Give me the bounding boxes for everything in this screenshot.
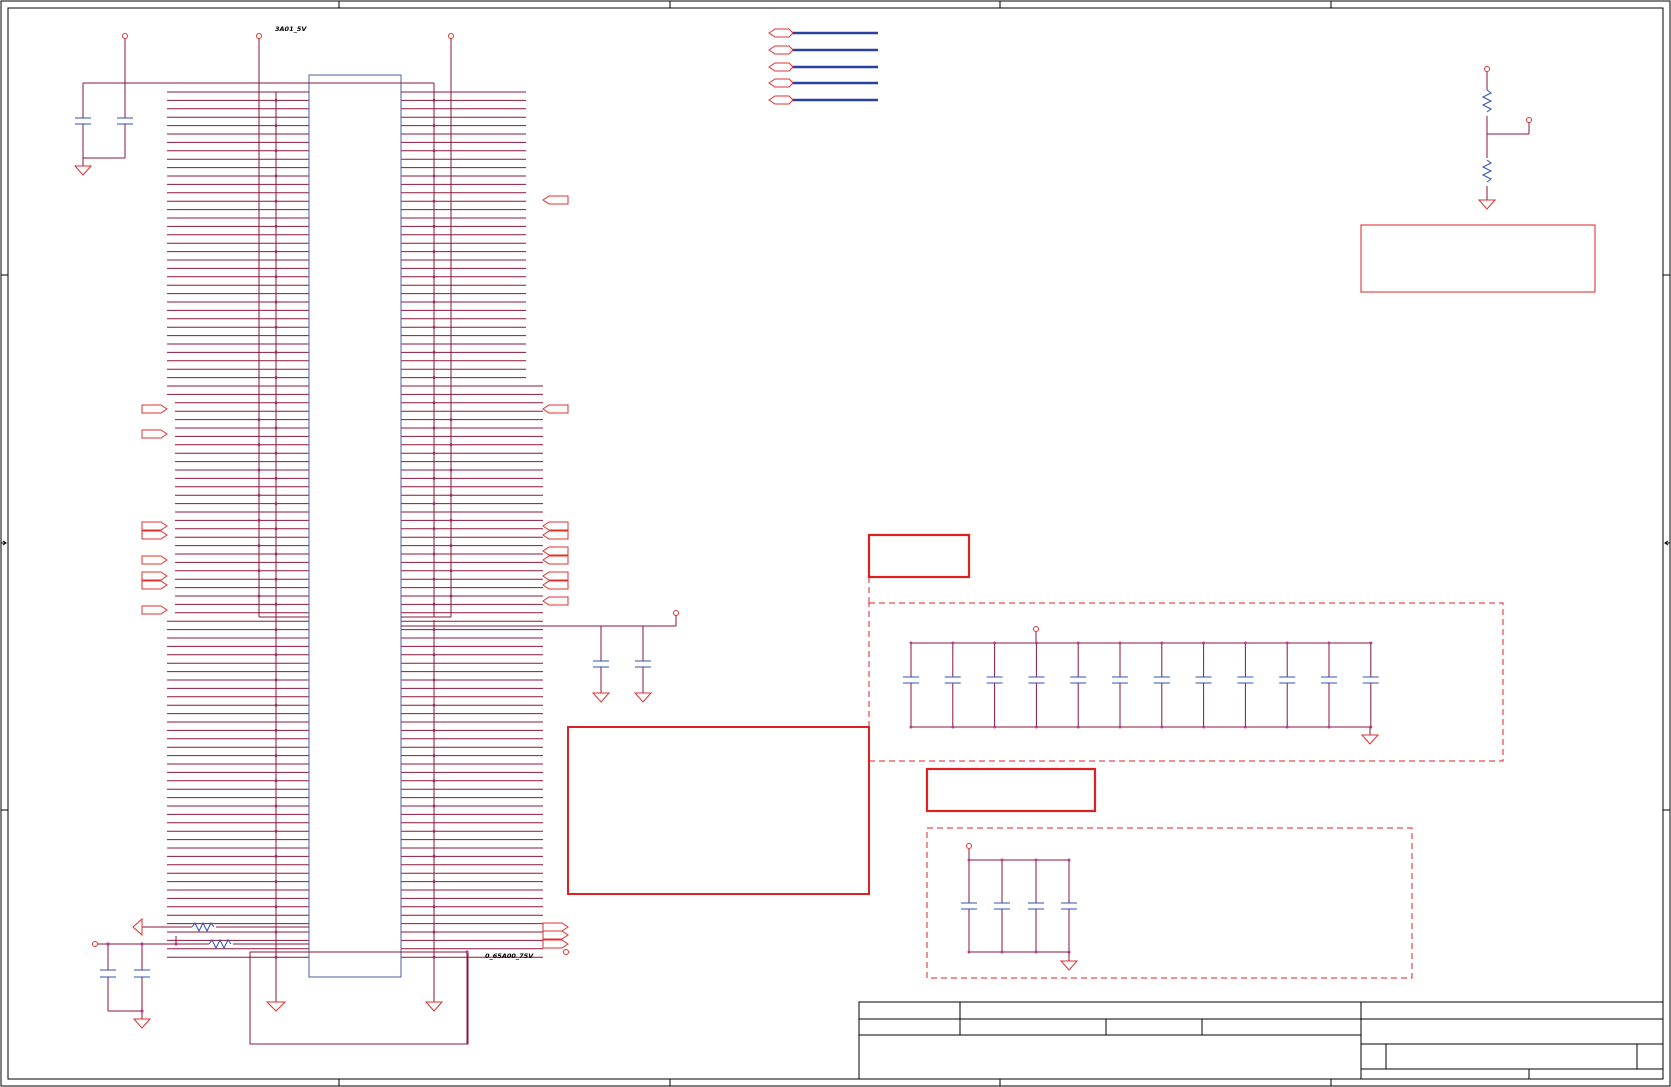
cap-junction <box>909 641 913 645</box>
off-page-connector <box>542 404 569 414</box>
bus-lines <box>768 28 878 105</box>
cap-junction <box>1202 641 1206 645</box>
off-page-connector <box>542 195 569 205</box>
cap-junction <box>1034 858 1038 862</box>
cap-junction <box>1000 858 1004 862</box>
off-page-connector <box>141 404 168 414</box>
cap-junction <box>1034 725 1038 729</box>
bottom-left-network <box>98 917 469 1029</box>
ic-left-pins <box>167 91 309 958</box>
off-page-connector <box>141 580 168 590</box>
cap-junction <box>909 725 913 729</box>
ground-symbol <box>1059 960 1079 971</box>
title-block <box>858 1001 1664 1080</box>
cap-junction <box>1034 641 1038 645</box>
power-pin-markers <box>92 33 1532 955</box>
off-page-connector <box>141 521 168 531</box>
off-page-connector <box>542 930 569 940</box>
cap-junction <box>1327 641 1331 645</box>
off-page-connector <box>542 939 569 949</box>
ground-symbol <box>1360 734 1380 745</box>
cap-junction <box>951 641 955 645</box>
cap-junction <box>1160 641 1164 645</box>
off-page-connector <box>542 546 569 556</box>
voltage-divider <box>1477 72 1530 210</box>
cap-junction <box>1076 725 1080 729</box>
cap-junction <box>993 725 997 729</box>
capacitor-bank-12 <box>903 632 1380 745</box>
power-rails <box>83 36 677 1045</box>
off-page-connector <box>542 596 569 606</box>
cap-junction <box>1160 725 1164 729</box>
net-label-rail-top: 3A01_5V <box>275 25 307 33</box>
cap-junction <box>1285 725 1289 729</box>
off-page-connector <box>542 521 569 531</box>
ic-body <box>308 74 402 978</box>
cap-junction <box>1243 641 1247 645</box>
main-connector-ic[interactable] <box>167 74 543 978</box>
ic-right-pins <box>401 91 543 958</box>
cap-junction <box>1243 725 1247 729</box>
off-page-connector <box>542 530 569 540</box>
decoupling-caps-mid <box>591 626 653 703</box>
off-page-connector <box>542 555 569 565</box>
off-page-connector <box>542 571 569 581</box>
annotation-boxes <box>567 224 1596 979</box>
off-page-connectors[interactable] <box>141 195 569 949</box>
schematic-sheet: 3A01_5V 0_65A00_75V <box>0 0 1671 1087</box>
cap-junction <box>1118 725 1122 729</box>
off-page-connector <box>141 429 168 439</box>
off-page-connector <box>542 922 569 932</box>
cap-junction <box>1034 950 1038 954</box>
cap-junction <box>1118 641 1122 645</box>
net-label-rail-bottom: 0_65A00_75V <box>485 952 534 960</box>
cap-junction <box>1369 641 1373 645</box>
capacitor-bank-4 <box>961 849 1079 971</box>
off-page-connector <box>141 555 168 565</box>
off-page-connector <box>542 580 569 590</box>
cap-junction <box>967 950 971 954</box>
cap-junction <box>1000 950 1004 954</box>
cap-junction <box>951 725 955 729</box>
cap-junction <box>1076 641 1080 645</box>
cap-junction <box>1285 641 1289 645</box>
decoupling-caps-top-left <box>73 83 133 176</box>
cap-junction <box>967 858 971 862</box>
cap-junction <box>1202 725 1206 729</box>
off-page-connector <box>141 530 168 540</box>
off-page-connector <box>141 571 168 581</box>
cap-junction <box>1327 725 1331 729</box>
off-page-connector <box>141 605 168 615</box>
cap-junction <box>993 641 997 645</box>
cap-junction <box>1067 858 1071 862</box>
